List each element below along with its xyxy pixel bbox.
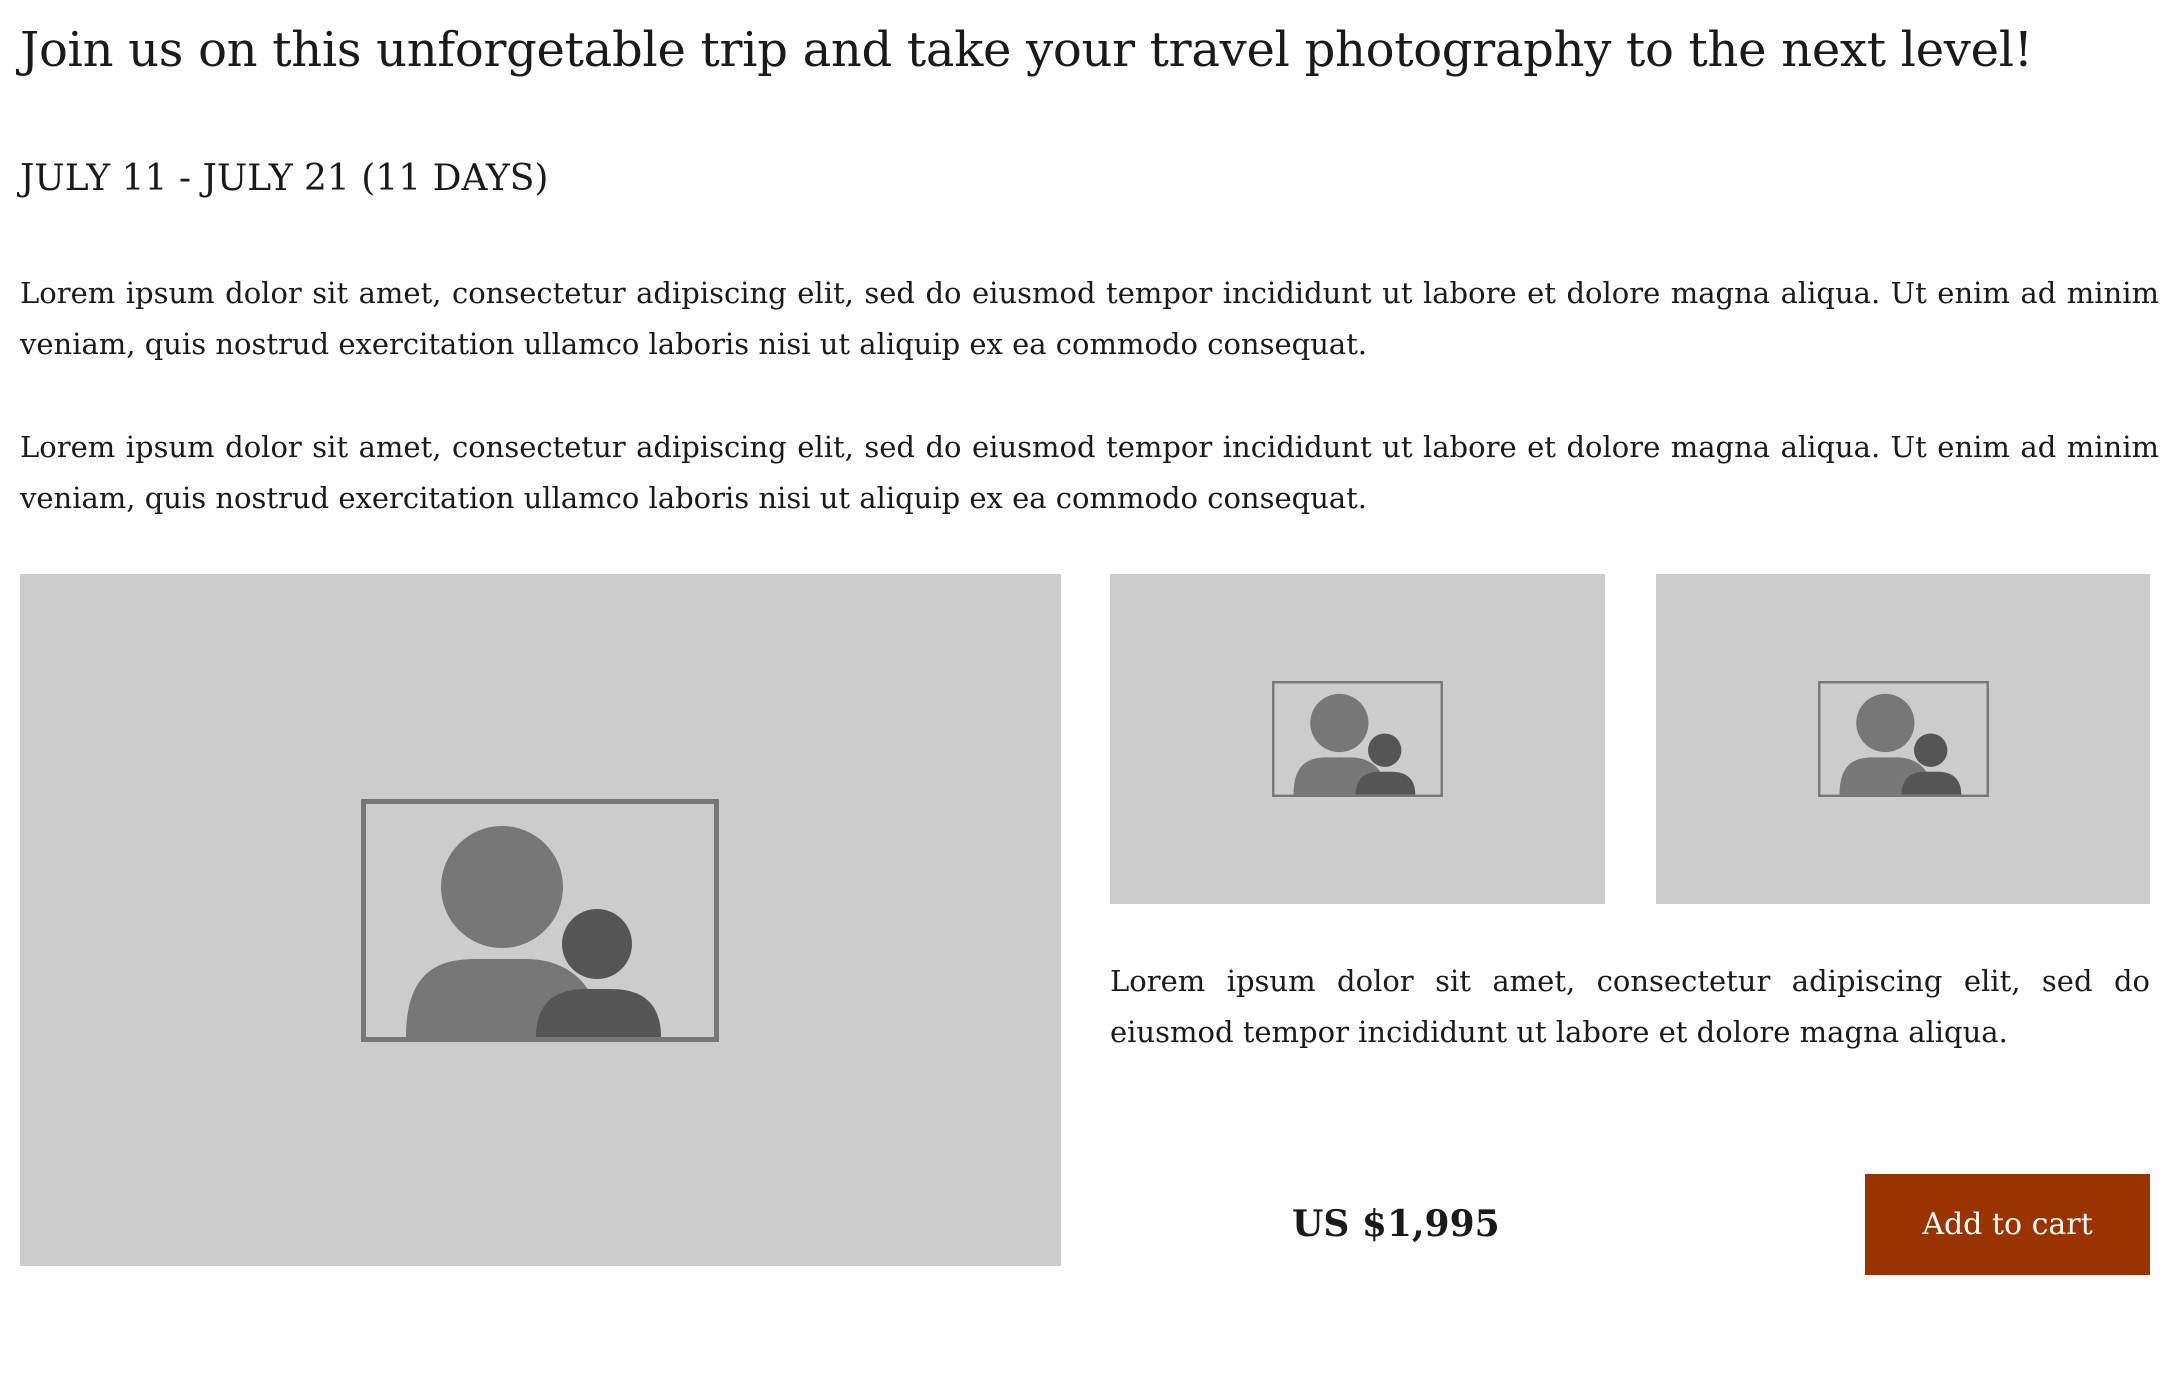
image-placeholder-icon <box>1818 681 1989 797</box>
thumbnail-image-placeholder <box>1656 574 2150 904</box>
add-to-cart-button[interactable]: Add to cart <box>1865 1174 2150 1275</box>
trip-dates: JULY 11 - JULY 21 (11 DAYS) <box>20 158 549 199</box>
intro-paragraph: Lorem ipsum dolor sit amet, consectetur … <box>20 430 2159 515</box>
image-placeholder-icon <box>1272 681 1443 797</box>
intro-paragraph: Lorem ipsum dolor sit amet, consectetur … <box>20 276 2159 361</box>
page-title: Join us on this unforgetable trip and ta… <box>20 22 2033 78</box>
main-image-placeholder <box>20 574 1061 1266</box>
product-description: Lorem ipsum dolor sit amet, consectetur … <box>1110 964 2150 1049</box>
thumbnail-image-placeholder <box>1110 574 1605 904</box>
image-placeholder-icon <box>361 799 719 1042</box>
product-price: US $1,995 <box>1292 1203 1500 1245</box>
